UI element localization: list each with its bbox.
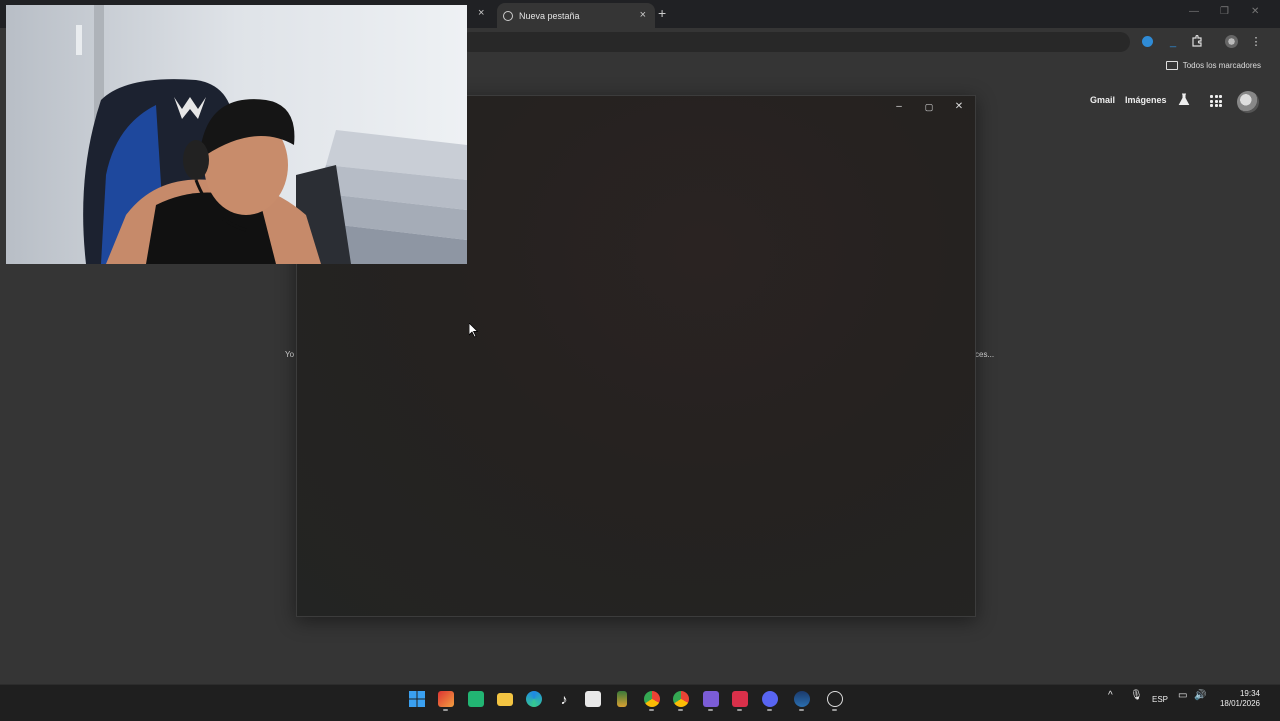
new-tab-button[interactable]: + [658,5,666,21]
close-window-icon[interactable]: ✕ [1251,6,1259,17]
chrome-profile-icon[interactable] [673,691,689,707]
address-bar[interactable] [460,32,1130,52]
tab-close-button[interactable]: × [640,9,646,21]
mouse-cursor-icon [469,323,479,338]
dialog-maximize-button[interactable]: ▢ [921,100,937,114]
browser-menu-icon[interactable]: ⋮ [1249,35,1263,49]
network-icon[interactable]: ▭ [1178,690,1187,701]
file-explorer-icon[interactable] [497,693,513,706]
globe-icon [503,10,513,21]
clock-time: 19:34 [1239,689,1260,698]
tab-title: Nueva pestaña [519,10,580,21]
red-app-icon[interactable] [732,691,748,707]
running-indicator [708,709,713,711]
tab-new-tab[interactable]: Nueva pestaña × [497,3,655,28]
running-indicator [737,709,742,711]
dialog-minimize-button[interactable]: – [891,100,907,114]
taskbar [0,684,1280,721]
tiktok-icon[interactable]: ♪ [556,691,572,707]
game-app-icon[interactable] [438,691,454,707]
google-apps-icon[interactable] [1210,95,1222,107]
extensions-puzzle-icon[interactable] [1190,34,1204,49]
dialog-close-button[interactable]: ✕ [951,100,967,114]
folder-icon [1165,61,1178,70]
running-indicator [443,709,448,711]
previous-tab-close-button[interactable]: × [478,5,492,21]
running-indicator [649,709,654,711]
tray-chevron-icon[interactable]: ^ [1108,690,1113,701]
hidden-text-left: Yo [285,350,295,359]
steam-icon[interactable] [794,691,810,707]
extension-blue-icon[interactable] [1142,36,1153,47]
images-link[interactable]: Imágenes [1125,95,1167,105]
running-indicator [767,709,772,711]
microphone-icon[interactable]: 🎙 [1130,690,1143,701]
google-header-links: Gmail Imágenes [1090,95,1177,105]
running-indicator [799,709,804,711]
profile-avatar-small[interactable] [1225,35,1238,48]
webcam-feed-image [6,5,467,264]
gmail-link[interactable]: Gmail [1090,95,1115,105]
all-bookmarks-button[interactable]: Todos los marcadores [1165,61,1261,70]
extension-download-icon[interactable]: _ [1166,35,1180,49]
volume-icon[interactable]: 🔊 [1194,690,1206,701]
minimize-window-icon[interactable]: — [1189,6,1199,17]
restore-window-icon[interactable]: ❐ [1220,6,1229,17]
labs-flask-icon[interactable] [1178,93,1190,109]
purple-app-icon[interactable] [703,691,719,707]
clock[interactable]: 19:34 18/01/2026 [1210,689,1260,709]
hidden-text-right: ces... [975,350,995,359]
running-indicator [832,709,837,711]
windows-start-icon[interactable] [409,691,425,707]
green-app-icon[interactable] [468,691,484,707]
office-app-icon[interactable] [617,691,627,707]
discord-icon[interactable] [762,691,778,707]
obs-icon[interactable] [827,691,843,707]
webcam-overlay [6,5,467,264]
store-icon[interactable] [585,691,601,707]
chrome-icon[interactable] [644,691,660,707]
all-bookmarks-label: Todos los marcadores [1182,61,1261,70]
clock-date: 18/01/2026 [1219,699,1260,708]
edge-icon[interactable] [526,691,542,707]
language-indicator[interactable]: ESP [1152,695,1168,704]
running-indicator [678,709,683,711]
avatar[interactable] [1237,91,1259,113]
